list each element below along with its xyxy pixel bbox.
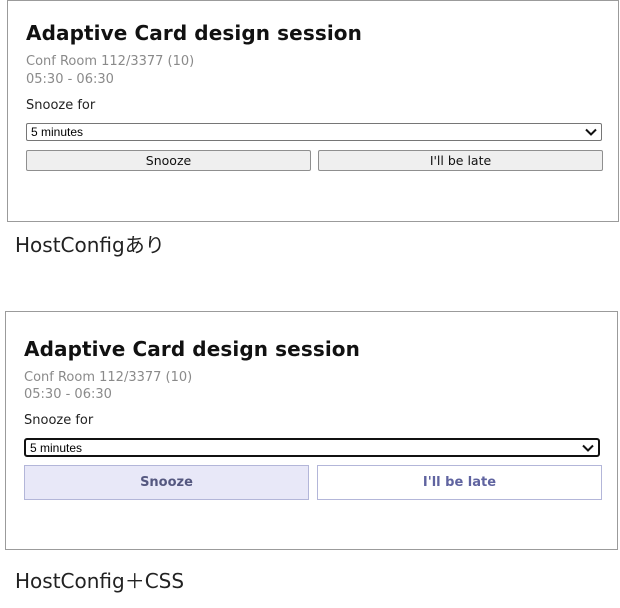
adaptive-card-hostconfig: Adaptive Card design session Conf Room 1… [7, 0, 619, 222]
snooze-label: Snooze for [24, 413, 94, 428]
card-title: Adaptive Card design session [24, 337, 360, 361]
meeting-time: 05:30 - 06:30 [26, 72, 114, 87]
snooze-select-value: 5 minutes [30, 440, 83, 455]
snooze-select[interactable]: 5 minutes [24, 438, 600, 457]
adaptive-card-hostconfig-css: Adaptive Card design session Conf Room 1… [5, 311, 618, 550]
late-button[interactable]: I'll be late [317, 465, 602, 500]
caption-hostconfig-css: HostConfig＋CSS [15, 569, 185, 593]
caption-hostconfig: HostConfigあり [15, 233, 165, 257]
snooze-button[interactable]: Snooze [26, 150, 311, 171]
card-title: Adaptive Card design session [26, 21, 362, 45]
snooze-label: Snooze for [26, 98, 96, 113]
meeting-room: Conf Room 112/3377 (10) [24, 370, 193, 385]
snooze-button[interactable]: Snooze [24, 465, 309, 500]
late-button[interactable]: I'll be late [318, 150, 603, 171]
chevron-down-icon [585, 128, 597, 136]
snooze-select-value: 5 minutes [31, 125, 84, 139]
meeting-time: 05:30 - 06:30 [24, 387, 112, 402]
snooze-select[interactable]: 5 minutes [26, 123, 602, 141]
meeting-room: Conf Room 112/3377 (10) [26, 54, 195, 69]
chevron-down-icon [582, 444, 594, 452]
